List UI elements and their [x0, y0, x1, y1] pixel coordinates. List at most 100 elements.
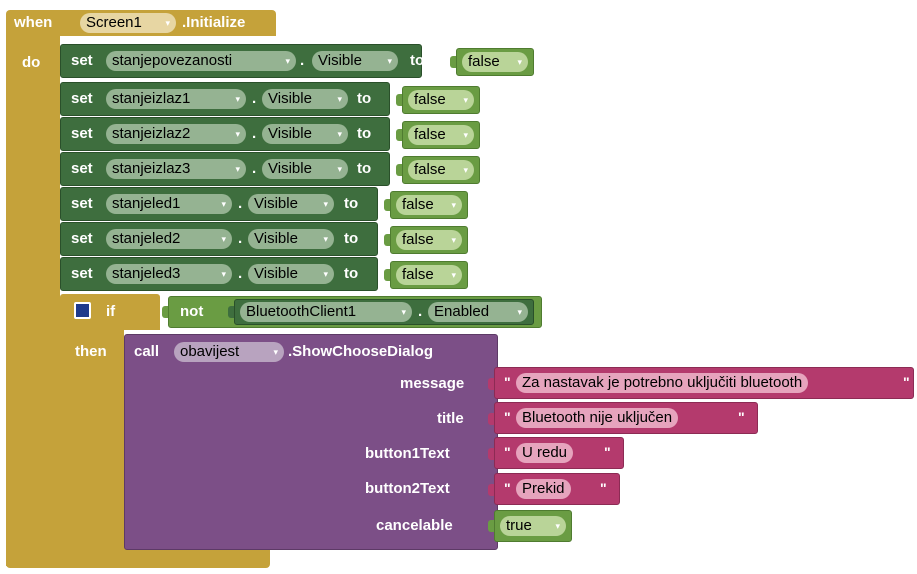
chevron-down-icon: ▾: [451, 270, 456, 280]
chevron-down-icon: ▾: [273, 347, 278, 357]
false-label: false: [414, 161, 446, 178]
property-dropdown[interactable]: Visible ▾: [248, 229, 334, 249]
close-quote-icon: ": [604, 444, 611, 460]
false-dropdown[interactable]: false ▾: [408, 90, 474, 110]
param-label-button1text: button1Text: [365, 445, 450, 462]
chevron-down-icon: ▾: [221, 199, 226, 209]
true-label: true: [506, 517, 532, 534]
screen1-label: Screen1: [86, 14, 142, 31]
chevron-down-icon: ▾: [221, 269, 226, 279]
dot-label: .: [418, 303, 423, 320]
false-label: false: [402, 266, 434, 283]
set-keyword: set: [71, 160, 93, 177]
component-label: obavijest: [180, 343, 240, 360]
dot-label: .: [252, 125, 257, 142]
property-dropdown[interactable]: Visible ▾: [262, 89, 348, 109]
false-dropdown[interactable]: false ▾: [462, 52, 528, 72]
open-quote-icon: ": [504, 374, 511, 390]
false-dropdown[interactable]: false ▾: [396, 195, 462, 215]
dot-label: .: [238, 195, 243, 212]
chevron-down-icon: ▾: [463, 165, 468, 175]
chevron-down-icon: ▾: [337, 94, 342, 104]
property-label: Visible: [254, 230, 298, 247]
property-label: Visible: [268, 160, 312, 177]
screen1-component-dropdown[interactable]: Screen1 ▾: [80, 13, 176, 33]
socket-plug: [396, 94, 402, 106]
property-label: Visible: [268, 90, 312, 107]
property-label: Visible: [268, 125, 312, 142]
chevron-down-icon: ▾: [235, 164, 240, 174]
dot-label: .: [300, 52, 305, 69]
set-keyword: set: [71, 125, 93, 142]
false-label: false: [402, 196, 434, 213]
socket-plug: [384, 269, 390, 281]
method-label: .ShowChooseDialog: [288, 343, 434, 360]
chevron-down-icon: ▾: [235, 94, 240, 104]
open-quote-icon: ": [504, 444, 511, 460]
chevron-down-icon: ▾: [323, 234, 328, 244]
to-keyword: to: [344, 265, 359, 282]
title-text-field[interactable]: Bluetooth nije uključen: [516, 408, 679, 428]
chevron-down-icon: ▾: [401, 307, 406, 317]
component-label: stanjeled2: [112, 230, 181, 247]
property-label: Visible: [318, 52, 362, 69]
socket-plug: [396, 164, 402, 176]
call-keyword: call: [134, 343, 160, 360]
chevron-down-icon: ▾: [285, 56, 290, 66]
chevron-down-icon: ▾: [323, 199, 328, 209]
dot-label: .: [238, 265, 243, 282]
component-dropdown[interactable]: stanjeizlaz2 ▾: [106, 124, 246, 144]
chevron-down-icon: ▾: [221, 234, 226, 244]
component-label: stanjeizlaz1: [112, 90, 191, 107]
component-dropdown[interactable]: stanjeizlaz1 ▾: [106, 89, 246, 109]
property-dropdown[interactable]: Visible ▾: [312, 51, 398, 71]
close-quote-icon: ": [738, 409, 745, 425]
if-keyword: if: [106, 303, 116, 320]
button1text-text-field[interactable]: U redu: [516, 443, 574, 463]
set-keyword: set: [71, 265, 93, 282]
to-keyword: to: [357, 160, 372, 177]
component-dropdown[interactable]: stanjeled3 ▾: [106, 264, 232, 284]
true-dropdown[interactable]: true ▾: [500, 516, 566, 536]
component-label: stanjeled3: [112, 265, 181, 282]
dot-label: .: [252, 160, 257, 177]
property-label: Visible: [254, 195, 298, 212]
set-keyword: set: [71, 195, 93, 212]
event-block-do-arm: [6, 36, 60, 566]
button2text-text-field[interactable]: Prekid: [516, 479, 571, 499]
obavijest-component-dropdown[interactable]: obavijest ▾: [174, 342, 284, 362]
chevron-down-icon: ▾: [463, 130, 468, 140]
to-keyword: to: [344, 230, 359, 247]
component-label: stanjeled1: [112, 195, 181, 212]
param-label-message: message: [400, 375, 465, 392]
then-keyword: then: [75, 343, 107, 360]
false-dropdown[interactable]: false ▾: [396, 265, 462, 285]
property-dropdown[interactable]: Visible ▾: [248, 194, 334, 214]
component-dropdown[interactable]: stanjeled2 ▾: [106, 229, 232, 249]
chevron-down-icon: ▾: [517, 57, 522, 67]
property-dropdown[interactable]: Visible ▾: [262, 159, 348, 179]
close-quote-icon: ": [903, 374, 910, 390]
component-label: stanjeizlaz3: [112, 160, 191, 177]
set-keyword: set: [71, 230, 93, 247]
gear-icon[interactable]: [74, 302, 91, 319]
chevron-down-icon: ▾: [463, 95, 468, 105]
property-dropdown[interactable]: Visible ▾: [248, 264, 334, 284]
property-dropdown[interactable]: Visible ▾: [262, 124, 348, 144]
false-dropdown[interactable]: false ▾: [396, 230, 462, 250]
false-label: false: [402, 231, 434, 248]
enabled-dropdown[interactable]: Enabled ▾: [428, 302, 528, 322]
event-name-label: .Initialize: [182, 14, 246, 31]
bluetoothclient1-dropdown[interactable]: BluetoothClient1 ▾: [240, 302, 412, 322]
open-quote-icon: ": [504, 480, 511, 496]
to-keyword: to: [344, 195, 359, 212]
component-dropdown[interactable]: stanjeizlaz3 ▾: [106, 159, 246, 179]
component-label: stanjepovezanosti: [112, 52, 233, 69]
socket-plug: [396, 129, 402, 141]
component-dropdown[interactable]: stanjeled1 ▾: [106, 194, 232, 214]
message-text-field[interactable]: Za nastavak je potrebno uključiti blueto…: [516, 373, 809, 393]
false-dropdown[interactable]: false ▾: [408, 125, 474, 145]
component-dropdown[interactable]: stanjepovezanosti ▾: [106, 51, 296, 71]
false-dropdown[interactable]: false ▾: [408, 160, 474, 180]
property-label: Visible: [254, 265, 298, 282]
